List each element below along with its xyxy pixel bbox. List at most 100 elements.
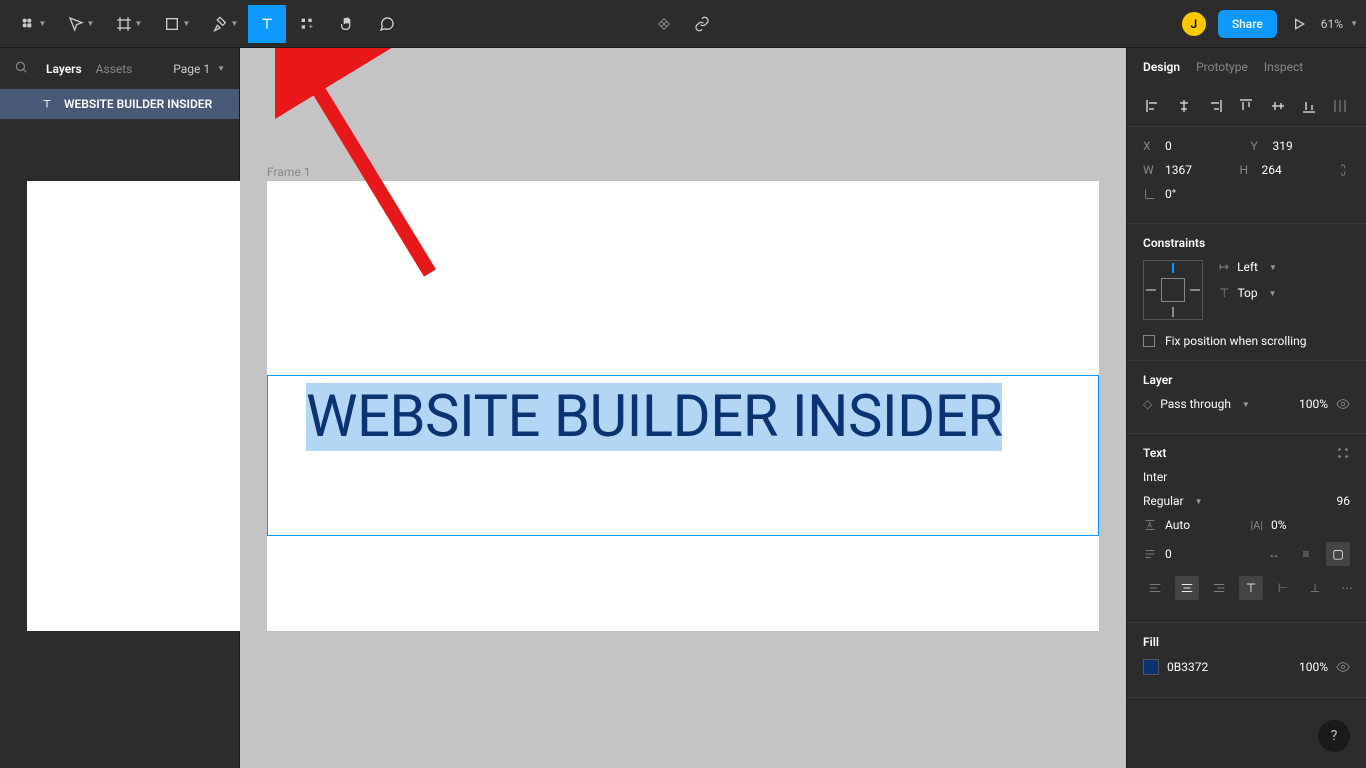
letter-spacing-field[interactable]: |A| 0% [1251,518,1351,532]
tab-prototype[interactable]: Prototype [1196,60,1248,74]
zoom-level[interactable]: 61% ▼ [1321,17,1358,31]
visibility-icon[interactable] [1336,397,1350,411]
align-bottom-icon[interactable] [1301,98,1317,114]
text-title: Text [1143,446,1166,460]
chevron-down-icon: ▼ [231,19,239,28]
text-align-center-icon[interactable] [1175,576,1199,600]
font-size[interactable]: 96 [1300,494,1350,508]
fill-swatch[interactable] [1143,659,1159,675]
tab-layers[interactable]: Layers [46,62,82,76]
page-name: Page 1 [173,62,210,76]
right-panel: Design Prototype Inspect X0 Y319 W1367 H… [1126,48,1366,768]
visibility-icon[interactable] [1336,660,1350,674]
fill-opacity[interactable]: 100% [1299,660,1328,674]
help-button[interactable]: ? [1318,720,1350,752]
x-field[interactable]: X0 [1143,139,1243,153]
tab-design[interactable]: Design [1143,60,1180,74]
tab-inspect[interactable]: Inspect [1264,60,1303,74]
hand-tool[interactable] [328,5,366,43]
shape-tool[interactable]: ▼ [152,5,198,43]
blend-mode[interactable]: ◇Pass through▼ [1143,397,1291,411]
layer-title: Layer [1143,373,1350,387]
more-options-icon[interactable]: ⋯ [1335,576,1359,600]
layer-section: Layer ◇Pass through▼ 100% [1127,361,1366,434]
chevron-down-icon: ▼ [39,19,47,28]
fix-position-checkbox[interactable]: Fix position when scrolling [1143,334,1350,348]
text-content[interactable]: WEBSITE BUILDER INSIDER [268,376,1098,458]
frame-tool[interactable]: ▼ [104,5,150,43]
link-icon[interactable] [692,5,712,43]
chevron-down-icon: ▼ [1350,19,1358,28]
comment-tool[interactable] [368,5,406,43]
left-panel: Layers Assets Page 1 ▼ Frame 1 WEBSITE B… [0,48,240,768]
text-value: WEBSITE BUILDER INSIDER [306,383,1002,451]
rotation-field[interactable]: 0° [1143,187,1350,201]
fill-section: Fill 0B3372 100% [1127,623,1366,698]
align-top-icon[interactable] [1238,98,1254,114]
pen-tool[interactable]: ▼ [200,5,246,43]
align-right-icon[interactable] [1207,98,1223,114]
frame-label[interactable]: Frame 1 [267,165,310,179]
font-weight[interactable]: Regular▼ [1143,494,1292,508]
constrain-proportions-icon[interactable] [1336,163,1350,177]
rp-tabs: Design Prototype Inspect [1127,48,1366,86]
fill-hex[interactable]: 0B3372 [1167,660,1208,674]
zoom-value: 61% [1321,17,1343,31]
auto-height-icon[interactable]: ≡ [1294,542,1318,566]
checkbox-icon [1143,335,1155,347]
canvas-frame[interactable]: WEBSITE BUILDER INSIDER [267,181,1099,631]
chevron-down-icon: ▼ [87,19,95,28]
line-height-field[interactable]: A Auto [1143,518,1243,532]
share-button[interactable]: Share [1218,10,1277,38]
page-selector[interactable]: Page 1 ▼ [173,62,225,76]
constraint-widget[interactable] [1143,260,1203,320]
layer-opacity[interactable]: 100% [1299,397,1328,411]
align-section [1127,86,1366,127]
text-tool[interactable] [248,5,286,43]
fixed-size-icon[interactable]: ▢ [1326,542,1350,566]
h-field[interactable]: H264 [1240,163,1329,177]
font-family[interactable]: Inter [1143,470,1167,484]
angle-icon [1143,187,1157,201]
auto-width-icon[interactable]: ↔ [1262,542,1286,566]
move-tool[interactable]: ▼ [56,5,102,43]
align-vcenter-icon[interactable] [1270,98,1286,114]
align-left-icon[interactable] [1145,98,1161,114]
present-button[interactable] [1289,5,1309,43]
figma-menu[interactable]: ▼ [8,5,54,43]
text-align-middle-icon[interactable]: ⊢ [1271,576,1295,600]
constraint-horizontal[interactable]: ↦Left▼ [1219,260,1350,274]
layer-label: WEBSITE BUILDER INSIDER [64,97,212,111]
text-element[interactable]: WEBSITE BUILDER INSIDER [267,375,1099,536]
w-field[interactable]: W1367 [1143,163,1232,177]
align-hcenter-icon[interactable] [1176,98,1192,114]
fix-position-label: Fix position when scrolling [1165,334,1306,348]
components-icon[interactable] [654,5,674,43]
canvas[interactable]: Frame 1 WEBSITE BUILDER INSIDER [240,48,1126,768]
search-icon[interactable] [14,60,28,77]
panel-tabs: Layers Assets Page 1 ▼ [0,48,239,89]
text-align-top-icon[interactable]: ⊤ [1239,576,1263,600]
constraints-section: Constraints ↦Left▼ ⊤Top▼ Fix position wh… [1127,224,1366,361]
avatar[interactable]: J [1182,12,1206,36]
tab-assets[interactable]: Assets [96,62,133,76]
toolbar: ▼ ▼ ▼ ▼ ▼ + [0,0,1366,48]
paragraph-icon [1143,547,1157,561]
chevron-down-icon: ▼ [217,64,225,73]
text-align-bottom-icon[interactable]: ⊥ [1303,576,1327,600]
transform-section: X0 Y319 W1367 H264 0° [1127,127,1366,224]
text-align-right-icon[interactable] [1207,576,1231,600]
y-field[interactable]: Y319 [1251,139,1351,153]
style-icon[interactable] [1336,446,1350,460]
resources-tool[interactable]: + [288,5,326,43]
text-align-left-icon[interactable] [1143,576,1167,600]
layer-text[interactable]: WEBSITE BUILDER INSIDER [0,89,239,119]
toolbar-center [654,5,712,43]
paragraph-spacing-field[interactable]: 0 [1143,547,1254,561]
constraint-vertical[interactable]: ⊤Top▼ [1219,286,1350,300]
fill-title: Fill [1143,635,1159,649]
frame-icon [41,400,55,412]
chevron-down-icon: ▼ [135,19,143,28]
distribute-icon[interactable] [1332,98,1348,114]
line-height-icon: A [1143,518,1157,532]
